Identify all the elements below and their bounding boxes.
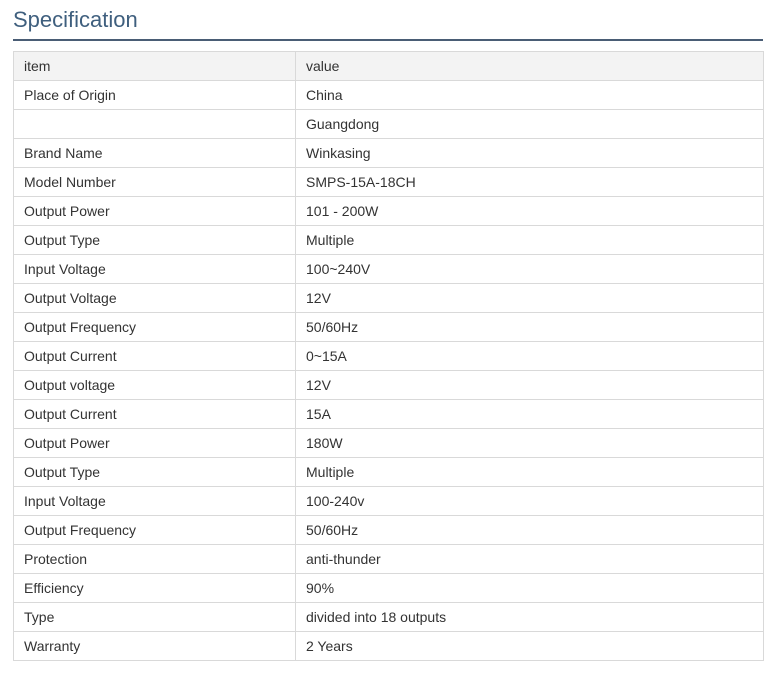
row-item-value: 50/60Hz (295, 515, 764, 545)
table-row: Output Current 15A (13, 399, 764, 429)
row-item-value: 100-240v (295, 486, 764, 516)
table-row: Output Frequency 50/60Hz (13, 515, 764, 545)
row-item-value: 90% (295, 573, 764, 603)
row-item-value: 2 Years (295, 631, 764, 661)
row-item-value: 50/60Hz (295, 312, 764, 342)
row-item-value: anti-thunder (295, 544, 764, 574)
row-item-label: Output Type (13, 225, 296, 255)
row-item-label: Model Number (13, 167, 296, 197)
table-row: Output Type Multiple (13, 457, 764, 487)
row-item-label: Protection (13, 544, 296, 574)
row-item-label: Output voltage (13, 370, 296, 400)
row-item-value: 180W (295, 428, 764, 458)
row-item-label (13, 109, 296, 139)
page-title: Specification (13, 7, 138, 32)
row-item-label: Output Current (13, 399, 296, 429)
table-row: Output Frequency 50/60Hz (13, 312, 764, 342)
row-item-value: 0~15A (295, 341, 764, 371)
row-item-value: Multiple (295, 225, 764, 255)
row-item-label: Output Voltage (13, 283, 296, 313)
table-row: Output Voltage 12V (13, 283, 764, 313)
table-row: Model Number SMPS-15A-18CH (13, 167, 764, 197)
row-item-value: Winkasing (295, 138, 764, 168)
table-row: Input Voltage 100-240v (13, 486, 764, 516)
table-row: Warranty 2 Years (13, 631, 764, 661)
row-item-label: Output Frequency (13, 312, 296, 342)
row-item-label: Type (13, 602, 296, 632)
table-row: Output Power 180W (13, 428, 764, 458)
column-header-value: value (295, 51, 764, 81)
table-row: Brand Name Winkasing (13, 138, 764, 168)
row-item-value: 12V (295, 283, 764, 313)
table-row: Output Current 0~15A (13, 341, 764, 371)
row-item-label: Efficiency (13, 573, 296, 603)
table-row: Guangdong (13, 109, 764, 139)
table-row: Protection anti-thunder (13, 544, 764, 574)
row-item-value: Guangdong (295, 109, 764, 139)
table-row: Output voltage 12V (13, 370, 764, 400)
row-item-label: Output Power (13, 196, 296, 226)
row-item-label: Place of Origin (13, 80, 296, 110)
row-item-label: Output Frequency (13, 515, 296, 545)
row-item-label: Output Type (13, 457, 296, 487)
row-item-value: divided into 18 outputs (295, 602, 764, 632)
table-row: Type divided into 18 outputs (13, 602, 764, 632)
table-row: Efficiency 90% (13, 573, 764, 603)
row-item-value: 15A (295, 399, 764, 429)
table-row: Output Power 101 - 200W (13, 196, 764, 226)
row-item-label: Brand Name (13, 138, 296, 168)
table-row: Place of Origin China (13, 80, 764, 110)
specification-section: Specification item value Place of Origin… (0, 0, 779, 674)
specification-table: item value Place of Origin China Guangdong… (13, 51, 764, 661)
row-item-label: Warranty (13, 631, 296, 661)
row-item-label: Output Current (13, 341, 296, 371)
row-item-value: 12V (295, 370, 764, 400)
table-row: Input Voltage 100~240V (13, 254, 764, 284)
table-header-row: item value (13, 51, 764, 81)
row-item-value: 100~240V (295, 254, 764, 284)
row-item-label: Input Voltage (13, 254, 296, 284)
row-item-label: Input Voltage (13, 486, 296, 516)
row-item-value: SMPS-15A-18CH (295, 167, 764, 197)
row-item-value: China (295, 80, 764, 110)
row-item-value: 101 - 200W (295, 196, 764, 226)
row-item-label: Output Power (13, 428, 296, 458)
column-header-item: item (13, 51, 296, 81)
table-row: Output Type Multiple (13, 225, 764, 255)
row-item-value: Multiple (295, 457, 764, 487)
title-divider (13, 39, 763, 41)
